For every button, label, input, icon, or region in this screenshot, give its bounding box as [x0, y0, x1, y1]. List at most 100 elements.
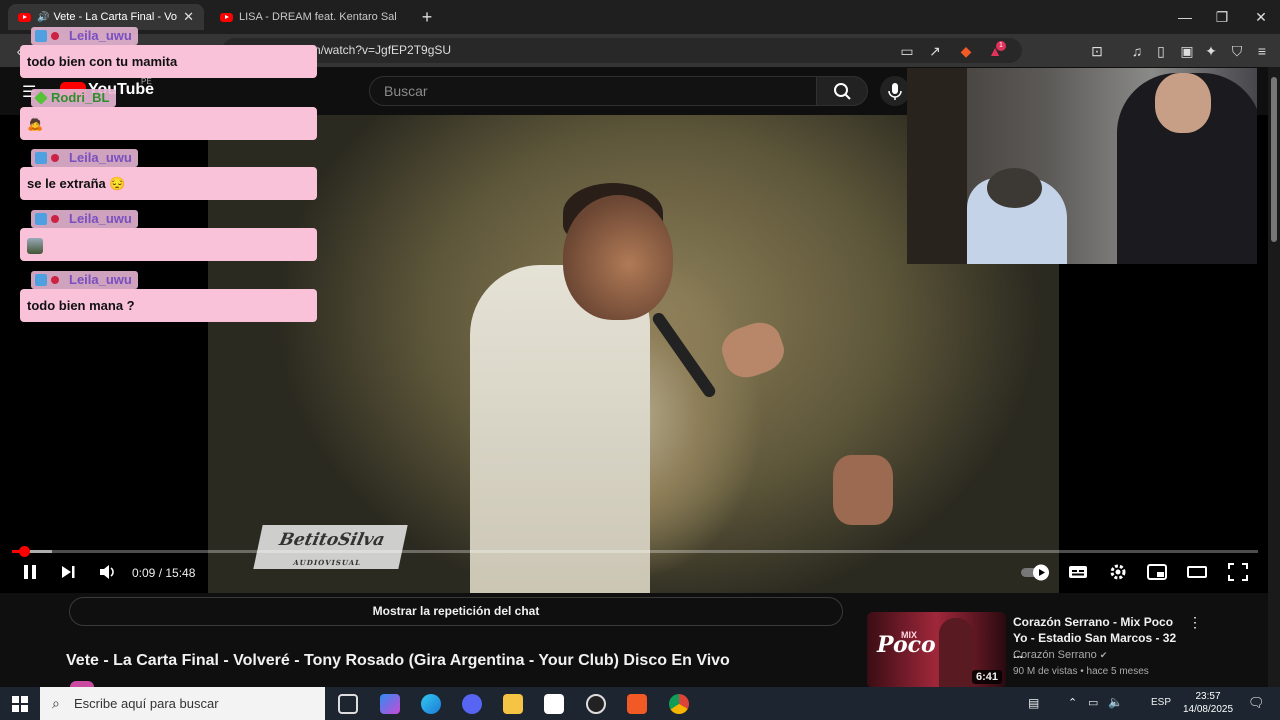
brave-shield-icon[interactable]: ◆: [957, 42, 975, 60]
next-button[interactable]: [59, 563, 77, 586]
country-code: PE: [141, 77, 152, 86]
next-icon: [62, 566, 75, 578]
store-icon[interactable]: [544, 694, 564, 714]
news-widget-icon[interactable]: ▤: [1028, 696, 1039, 710]
page-scrollbar[interactable]: [1268, 67, 1280, 687]
more-options-icon[interactable]: ⋮: [1188, 614, 1202, 631]
tab-inactive[interactable]: LISA - DREAM feat. Kentaro Sakaguchi: [210, 4, 406, 30]
settings-button[interactable]: [1108, 563, 1128, 586]
scrollbar-thumb[interactable]: [1271, 77, 1277, 242]
search-icon: [834, 83, 851, 100]
chat-username: Rodri_BL: [31, 89, 116, 107]
volume-icon: [100, 565, 114, 579]
status-dot-icon: [51, 32, 59, 40]
url-text: n/watch?v=JgfEP2T9gSU: [314, 43, 452, 57]
search-input[interactable]: Buscar: [369, 76, 816, 106]
duration: 15:48: [165, 566, 196, 580]
gear-icon: [1110, 564, 1126, 580]
taskbar-search-input[interactable]: ⌕ Escribe aquí para buscar: [40, 687, 325, 720]
webcam-streamer-face: [1155, 73, 1211, 133]
gem-badge-icon: [34, 91, 48, 105]
brave-taskbar-icon[interactable]: [627, 694, 647, 714]
media-icon[interactable]: ♫: [1128, 42, 1146, 60]
close-tab-icon[interactable]: ✕: [183, 9, 194, 25]
scrubber-handle[interactable]: [18, 546, 30, 557]
recommended-thumbnail[interactable]: MIX Poco Yo 6:41: [867, 612, 1006, 688]
watermark-main-text: BetitoSilva: [277, 530, 387, 550]
new-tab-button[interactable]: +: [408, 6, 446, 28]
copilot-icon[interactable]: [380, 694, 400, 714]
recommended-meta: 90 M de vistas • hace 5 meses: [1013, 666, 1149, 677]
maximize-button[interactable]: ❐: [1203, 6, 1241, 28]
chrome-icon[interactable]: [669, 694, 689, 714]
task-view-icon[interactable]: [338, 694, 358, 714]
autoplay-toggle-icon: [1021, 564, 1049, 581]
clock-date: 14/08/2025: [1182, 704, 1234, 715]
miniplayer-button[interactable]: [1147, 563, 1167, 586]
edge-icon[interactable]: [421, 694, 441, 714]
chat-username: Leila_uwu: [31, 27, 138, 45]
subtitles-button[interactable]: [1068, 563, 1088, 586]
taskbar-search-icon: ⌕: [52, 695, 60, 711]
sidebar-icon[interactable]: ▯: [1152, 42, 1170, 60]
rewards-badge: 1: [996, 41, 1006, 51]
minimize-button[interactable]: —: [1166, 6, 1204, 28]
voice-search-button[interactable]: [880, 76, 910, 106]
webcam-background-shelf: [907, 68, 967, 264]
webcam-person-head: [987, 168, 1042, 208]
miniplayer-icon: [1147, 564, 1167, 580]
obs-icon[interactable]: [586, 694, 606, 714]
show-hidden-icons[interactable]: ⌃: [1068, 696, 1077, 709]
microphone-icon: [888, 83, 902, 100]
chat-username-text: Leila_uwu: [69, 28, 132, 43]
verified-icon: ✔: [1099, 650, 1108, 660]
singer-head: [563, 195, 673, 320]
clock[interactable]: 23:57 14/08/2025: [1178, 690, 1238, 716]
volume-button[interactable]: [98, 563, 118, 586]
screenshot-icon[interactable]: ⊡: [1088, 42, 1106, 60]
file-explorer-icon[interactable]: [503, 694, 523, 714]
tab-title: Vete - La Carta Final - Volveré: [53, 11, 177, 23]
pause-button[interactable]: [21, 563, 39, 586]
speaker-icon[interactable]: 🔈: [1108, 695, 1123, 709]
sub-badge-icon: [35, 274, 47, 286]
cast-icon[interactable]: ▭: [898, 42, 916, 60]
show-chat-replay-button[interactable]: Mostrar la repetición del chat: [69, 597, 843, 626]
thumb-singer: [939, 618, 973, 688]
watermark-logo: BetitoSilva AUDIOVISUAL: [253, 525, 408, 569]
language-indicator[interactable]: ESP: [1151, 697, 1171, 708]
menu-icon[interactable]: ≡: [1253, 42, 1271, 60]
fullscreen-icon: [1228, 563, 1248, 581]
custom-emote-icon: [27, 237, 43, 254]
audio-playing-icon[interactable]: 🔊: [37, 12, 49, 23]
autoplay-toggle[interactable]: [1020, 563, 1052, 586]
chat-username-text: Leila_uwu: [69, 211, 132, 226]
tab-title: LISA - DREAM feat. Kentaro Sakaguchi: [239, 11, 396, 23]
notifications-icon[interactable]: 🗨: [1248, 695, 1265, 711]
chat-message: todo bien con tu mamita: [20, 45, 317, 78]
search-button[interactable]: [816, 76, 868, 106]
watermark-sub-text: AUDIOVISUAL: [292, 558, 363, 567]
status-dot-icon: [51, 154, 59, 162]
close-window-button[interactable]: ✕: [1242, 6, 1280, 28]
recommended-channel[interactable]: Corazón Serrano ✔: [1013, 649, 1107, 661]
leo-ai-icon[interactable]: ✦: [1202, 42, 1220, 60]
audience-hand: [833, 455, 893, 525]
sub-badge-icon: [35, 213, 47, 225]
progress-bar[interactable]: [12, 546, 1258, 557]
theater-mode-button[interactable]: [1187, 563, 1207, 586]
handheld-microphone: [650, 310, 718, 400]
vpn-icon[interactable]: ⛉: [1228, 42, 1246, 60]
taskbar-search-placeholder: Escribe aquí para buscar: [74, 696, 219, 711]
network-icon[interactable]: ▭: [1088, 696, 1098, 709]
chat-username: Leila_uwu: [31, 271, 138, 289]
share-icon[interactable]: ↗: [926, 42, 944, 60]
chat-message: [20, 228, 317, 261]
fullscreen-button[interactable]: [1228, 563, 1248, 586]
windows-start-icon[interactable]: [12, 696, 28, 712]
discord-icon[interactable]: [462, 694, 482, 714]
chat-username: Leila_uwu: [31, 210, 138, 228]
pause-icon: [24, 565, 36, 579]
sub-badge-icon: [35, 152, 47, 164]
wallet-icon[interactable]: ▣: [1178, 42, 1196, 60]
